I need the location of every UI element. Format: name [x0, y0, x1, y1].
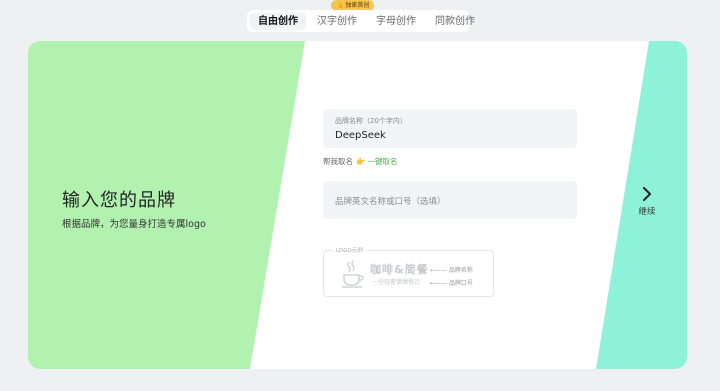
brand-name-label: 品牌名称（20个字内）: [335, 117, 407, 125]
chevron-right-icon: [643, 187, 651, 201]
helper-text: 帮我取名: [323, 157, 353, 166]
brand-input-card: 输入您的品牌 根据品牌，为您量身打造专属logo 品牌名称（20个字内） Dee…: [28, 41, 687, 369]
brand-name-value[interactable]: DeepSeek: [335, 130, 386, 141]
brand-name-pointer: ←—— 品牌名称: [430, 267, 473, 274]
continue-label: 继续: [638, 207, 656, 217]
creation-mode-tabs: 自由创作 汉字创作 字母创作 同款创作: [247, 10, 475, 32]
continue-button[interactable]: 继续: [632, 187, 662, 217]
sample-label: LOGO示例: [333, 246, 366, 254]
brand-slogan-pointer: ←—— 品牌口号: [430, 280, 473, 287]
slogan-placeholder: 品牌英文名称或口号（选填）: [335, 197, 446, 207]
sample-slogan: 一份轻奢慵懒餐饮: [372, 279, 421, 286]
tab-same-style-create[interactable]: 同款创作: [427, 13, 483, 30]
page-title: 输入您的品牌: [62, 190, 176, 211]
name-helper: 帮我取名 👉 一键取名: [323, 156, 397, 167]
tab-chinese-create[interactable]: 汉字创作: [309, 13, 365, 30]
slogan-field[interactable]: 品牌英文名称或口号（选填）: [323, 181, 577, 219]
tab-free-create[interactable]: 自由创作: [250, 12, 306, 30]
logo-sample: LOGO示例 咖啡&简餐 一份轻奢慵懒餐饮 ←—— 品牌名称 ←—— 品牌口号: [323, 246, 494, 297]
page-subtitle: 根据品牌，为您量身打造专属logo: [62, 219, 206, 230]
brand-name-field[interactable]: 品牌名称（20个字内） DeepSeek: [323, 109, 577, 148]
tab-letter-create[interactable]: 字母创作: [368, 13, 424, 30]
coffee-cup-icon: [342, 260, 364, 288]
pointing-hand-icon: 👉: [356, 157, 366, 166]
sample-brand-name: 咖啡&简餐: [370, 263, 429, 276]
auto-name-link[interactable]: 一键取名: [367, 157, 397, 166]
